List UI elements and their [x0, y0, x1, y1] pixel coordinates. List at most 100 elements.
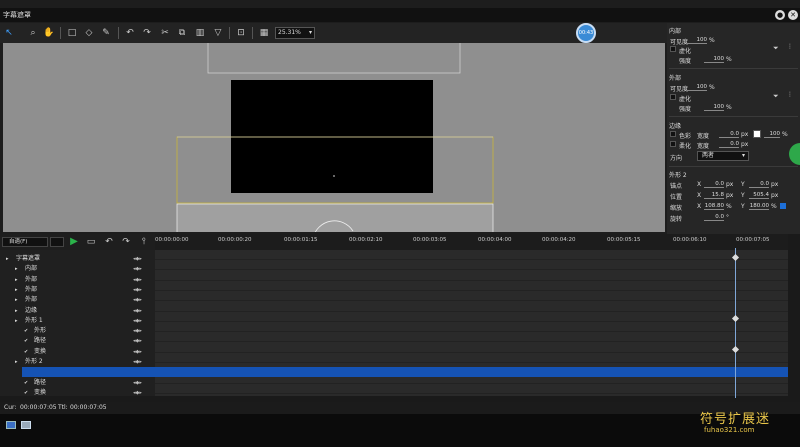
- time-spinner[interactable]: [50, 237, 64, 247]
- track-row[interactable]: ✔ 外形 ◂◆▸: [0, 326, 155, 336]
- check-icon[interactable]: ✔: [24, 326, 28, 336]
- inner-strength-field[interactable]: 100: [704, 56, 724, 63]
- edge-color-checkbox[interactable]: [670, 131, 676, 137]
- fit-icon[interactable]: ⊡: [234, 26, 248, 40]
- track-lane[interactable]: [155, 343, 788, 353]
- track-row[interactable]: ✔ 路径 ◂◆▸: [0, 378, 155, 388]
- rotation-field[interactable]: 0.0: [704, 214, 724, 221]
- track-row[interactable]: ▸ 外部 ◂◆▸: [0, 295, 155, 305]
- track-row[interactable]: ▸ 外部 ◂◆▸: [0, 285, 155, 295]
- outer-opacity-field[interactable]: 100: [687, 84, 707, 91]
- track-lane[interactable]: [155, 271, 788, 281]
- diamond-icon[interactable]: ◇: [82, 26, 96, 40]
- keyframe-nav-icon[interactable]: ◂◆▸: [133, 357, 142, 367]
- keyframe-nav-icon[interactable]: ◂◆▸: [133, 336, 142, 346]
- track-lane[interactable]: [155, 312, 788, 322]
- check-icon[interactable]: ✔: [24, 378, 28, 388]
- keyframe-nav-icon[interactable]: ◂◆▸: [133, 316, 142, 326]
- expand-icon[interactable]: ▸: [15, 357, 18, 367]
- track-row[interactable]: ✔ 变换 ◂◆▸: [0, 388, 155, 398]
- edge-color-swatch[interactable]: [753, 130, 761, 138]
- time-ruler[interactable]: 00:00:00:00 00:00:00:20 00:00:01:15 00:00:0…: [155, 234, 788, 250]
- edge-direction-select[interactable]: 两者 ▾: [697, 151, 749, 161]
- track-lane[interactable]: [155, 332, 788, 343]
- shape-2-outline[interactable]: [176, 203, 494, 232]
- hand-icon[interactable]: ✋: [42, 26, 56, 40]
- keyframe-nav-icon[interactable]: ◂◆▸: [133, 254, 142, 264]
- edge-blur-width-field[interactable]: 0.0: [719, 141, 739, 148]
- edge-color-opacity-field[interactable]: 100: [764, 131, 780, 138]
- edge-blur-checkbox[interactable]: [670, 141, 676, 147]
- expand-icon[interactable]: ▸: [15, 275, 18, 285]
- delete-icon[interactable]: ▥: [193, 26, 207, 40]
- expand-icon[interactable]: ▸: [6, 254, 9, 264]
- inner-opacity-field[interactable]: 100: [687, 37, 707, 44]
- graph-icon[interactable]: ⫯: [137, 235, 151, 249]
- edge-width-field[interactable]: 0.0: [719, 131, 739, 138]
- keyframe-nav-icon[interactable]: ◂◆▸: [133, 275, 142, 285]
- cut-icon[interactable]: ✂: [158, 26, 172, 40]
- preview-icon[interactable]: ▭: [84, 235, 98, 249]
- track-lane[interactable]: [155, 302, 788, 312]
- anchor-x-field[interactable]: 0.0: [704, 181, 724, 188]
- expand-icon[interactable]: ▸: [15, 285, 18, 295]
- brush-icon[interactable]: ✎: [99, 26, 113, 40]
- layout-alt-icon[interactable]: [21, 421, 31, 429]
- zoom-select[interactable]: 25.31% ▾: [275, 27, 315, 39]
- rect-icon[interactable]: □: [65, 26, 79, 40]
- zoom-icon[interactable]: ⌕: [26, 26, 40, 40]
- scale-y-field[interactable]: 180.00: [749, 203, 769, 210]
- mask-icon[interactable]: ▽: [211, 26, 225, 40]
- filter-icon[interactable]: ⏷: [773, 44, 779, 53]
- track-lane[interactable]: [155, 322, 788, 333]
- keyframe-nav-icon[interactable]: ◂◆▸: [133, 264, 142, 274]
- track-row[interactable]: ▸ 外形 2 ◂◆▸: [0, 357, 155, 367]
- filter-icon[interactable]: ⏷: [773, 92, 779, 101]
- outer-strength-field[interactable]: 100: [704, 104, 724, 111]
- pin-icon[interactable]: ⋮: [787, 43, 793, 50]
- undo-icon[interactable]: ↶: [123, 26, 137, 40]
- keyframe-nav-icon[interactable]: ◂◆▸: [133, 378, 142, 388]
- link-scale-toggle[interactable]: [780, 203, 786, 209]
- expand-icon[interactable]: ▸: [15, 306, 18, 316]
- check-icon[interactable]: ✔: [24, 336, 28, 346]
- track-row[interactable]: ✔ 路径 ◂◆▸: [0, 336, 155, 346]
- outer-blur-checkbox[interactable]: [670, 94, 676, 100]
- track-lane[interactable]: [155, 353, 788, 363]
- preview-canvas[interactable]: [3, 43, 665, 232]
- track-lane[interactable]: [155, 250, 788, 260]
- undo-icon[interactable]: ↶: [102, 235, 116, 249]
- track-lane[interactable]: [155, 384, 788, 394]
- track-row[interactable]: ✔ 变换 ◂◆▸: [0, 347, 155, 357]
- fit-mode-select[interactable]: 自適(F): [2, 237, 48, 247]
- expand-icon[interactable]: ▸: [15, 316, 18, 326]
- timer-badge[interactable]: 00:43: [576, 23, 596, 43]
- pointer-icon[interactable]: ↖: [2, 26, 16, 40]
- playhead[interactable]: [735, 248, 736, 398]
- layout-icon[interactable]: [6, 421, 16, 429]
- keyframe-nav-icon[interactable]: ◂◆▸: [133, 295, 142, 305]
- track-row[interactable]: ▸ 外形 1 ◂◆▸: [0, 316, 155, 326]
- track-lane[interactable]: [155, 281, 788, 291]
- close-icon[interactable]: ✕: [788, 10, 798, 20]
- expand-icon[interactable]: ▸: [15, 264, 18, 274]
- redo-icon[interactable]: ↷: [140, 26, 154, 40]
- inner-blur-checkbox[interactable]: [670, 46, 676, 52]
- track-row[interactable]: ▸ 边缘 ◂◆▸: [0, 306, 155, 316]
- check-icon[interactable]: ✔: [24, 388, 28, 398]
- play-icon[interactable]: ▶: [67, 235, 81, 249]
- keyframe-nav-icon[interactable]: ◂◆▸: [133, 306, 142, 316]
- scale-x-field[interactable]: 108.80: [704, 203, 724, 210]
- track-row[interactable]: ▸ 外部 ◂◆▸: [0, 275, 155, 285]
- expand-icon[interactable]: ▸: [15, 295, 18, 305]
- keyframe-nav-icon[interactable]: ◂◆▸: [133, 388, 142, 398]
- keyframe-nav-icon[interactable]: ◂◆▸: [133, 285, 142, 295]
- track-lane[interactable]: [155, 260, 788, 271]
- pin-icon[interactable]: ⋮: [787, 91, 793, 98]
- check-icon[interactable]: ✔: [24, 347, 28, 357]
- track-row[interactable]: ▸ 字幕遮罩 ◂◆▸: [0, 254, 155, 264]
- keyframe-nav-icon[interactable]: ◂◆▸: [133, 326, 142, 336]
- position-y-field[interactable]: 505.4: [749, 192, 769, 199]
- grid-icon[interactable]: ▦: [257, 26, 271, 40]
- anchor-y-field[interactable]: 0.0: [749, 181, 769, 188]
